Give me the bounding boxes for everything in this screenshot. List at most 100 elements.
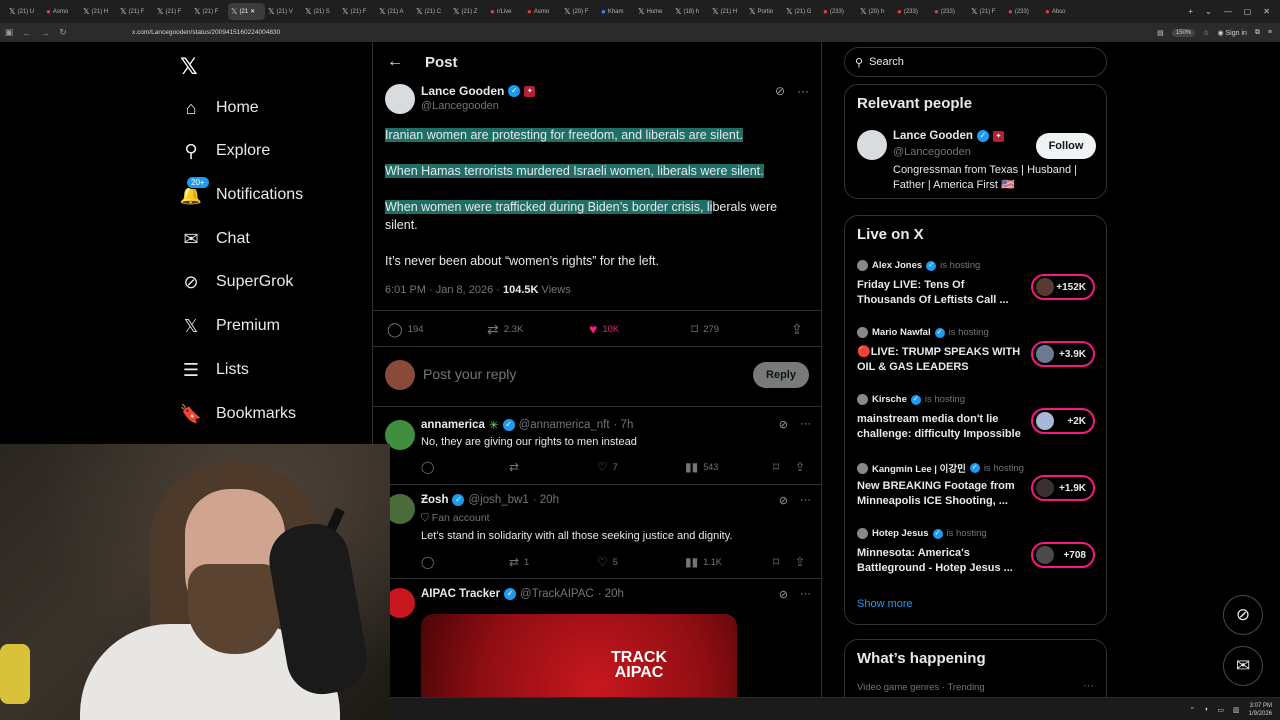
more-icon[interactable]: ··· <box>800 588 811 601</box>
browser-tab[interactable]: 𝕏 (21) C <box>413 3 450 20</box>
relevant-person-avatar[interactable] <box>857 130 887 160</box>
browser-tab[interactable]: ● Abso <box>1042 3 1079 20</box>
my-avatar[interactable] <box>385 360 415 390</box>
reply-handle[interactable]: @TrackAIPAC <box>520 588 594 600</box>
live-item[interactable]: Kirsche ✓ is hosting mainstream media don't… <box>857 394 1097 454</box>
grok-icon[interactable]: ⊘ <box>779 494 788 507</box>
browser-tab[interactable]: 𝕏 (21) F <box>339 3 376 20</box>
bookmark-action[interactable]: ⌑ <box>773 555 779 569</box>
views-action[interactable]: ▮▮ 1.1K <box>685 555 722 569</box>
reply-time[interactable]: · 20h <box>533 494 559 506</box>
more-icon[interactable]: ··· <box>800 418 811 431</box>
grok-fab-icon[interactable]: ⊘ <box>1223 595 1263 635</box>
reply-time[interactable]: · 7h <box>614 419 634 431</box>
reply-input[interactable]: Post your reply <box>423 366 516 382</box>
like-action[interactable]: ♡ 7 <box>597 460 618 474</box>
menu-icon[interactable]: ≡ <box>1268 29 1272 36</box>
browser-tab[interactable]: 𝕏 (21) V <box>265 3 302 20</box>
browser-tab[interactable]: 𝕏 (20) F <box>561 3 598 20</box>
browser-tab[interactable]: 𝕏 (21) H <box>80 3 117 20</box>
maximize-button[interactable]: ▢ <box>1244 7 1252 16</box>
x-logo-icon[interactable]: 𝕏 <box>180 54 198 80</box>
browser-tab[interactable]: ● (233) <box>931 3 968 20</box>
author-name[interactable]: Lance Gooden ✓ ✦ <box>421 84 536 98</box>
sign-in-button[interactable]: ◉ Sign in <box>1217 29 1246 37</box>
browser-tab[interactable]: ● Asmo <box>524 3 561 20</box>
close-window-button[interactable]: ✕ <box>1263 7 1270 16</box>
browser-tab[interactable]: 𝕏 (21) F <box>154 3 191 20</box>
reply-button[interactable]: Reply <box>753 362 809 388</box>
speaker-icon[interactable]: ◖ <box>1204 706 1208 713</box>
display-icon[interactable]: ▥ <box>1233 706 1240 714</box>
browser-tab[interactable]: 𝕏 (21) H <box>709 3 746 20</box>
follow-button[interactable]: Follow <box>1036 133 1096 159</box>
reply-author-name[interactable]: annamerica <box>421 419 485 431</box>
grok-icon[interactable]: ⊘ <box>775 84 785 98</box>
nav-item-bookmarks[interactable]: 🔖 Bookmarks <box>180 403 296 425</box>
bookmark-action[interactable]: ⌑ <box>773 460 779 474</box>
live-item[interactable]: Kangmin Lee | 이강민 ✓ is hosting New BREAKING… <box>857 461 1097 521</box>
browser-tab[interactable]: 𝕏 Portio <box>746 3 783 20</box>
nav-item-lists[interactable]: ☰ Lists <box>180 359 249 381</box>
browser-tab[interactable]: 𝕏 (21) Z <box>450 3 487 20</box>
share-action[interactable]: ⇪ <box>795 460 805 474</box>
nav-item-notifications[interactable]: 🔔 20+ Notifications <box>180 176 303 206</box>
reply-author-name[interactable]: Ƶosh <box>421 494 448 506</box>
bookmark-star-icon[interactable]: ☆ <box>1203 29 1209 37</box>
show-more-link[interactable]: Show more <box>857 598 913 610</box>
live-listeners-pill[interactable]: +152K <box>1031 274 1095 300</box>
repost-action[interactable]: ⇄ 1 <box>509 555 529 569</box>
browser-tab[interactable]: 𝕏 (21) A <box>376 3 413 20</box>
author-handle[interactable]: @Lancegooden <box>421 100 499 112</box>
zoom-badge[interactable]: 150% <box>1171 28 1196 37</box>
reply-handle[interactable]: @josh_bw1 <box>468 494 528 506</box>
post-time[interactable]: 6:01 PM · Jan 8, 2026 · <box>385 284 503 296</box>
nav-item-chat[interactable]: ✉ Chat <box>180 228 249 250</box>
live-item[interactable]: Hotep Jesus ✓ is hosting Minnesota: America… <box>857 528 1097 588</box>
reply-action[interactable]: ◯ <box>421 555 434 569</box>
forward-button[interactable]: → <box>36 28 54 38</box>
more-icon[interactable]: ··· <box>800 494 811 507</box>
tray-chevron-icon[interactable]: ⌃ <box>1189 706 1195 714</box>
relevant-person-handle[interactable]: @Lancegooden <box>893 146 971 158</box>
tab-list-icon[interactable]: ⌄ <box>1205 7 1212 16</box>
like-action[interactable]: ♥ 10K <box>589 321 619 337</box>
reply-action[interactable]: ◯ <box>421 460 434 474</box>
browser-tab[interactable]: 𝕏 (21) S <box>302 3 339 20</box>
browser-tab[interactable]: ● (233) <box>894 3 931 20</box>
nav-item-home[interactable]: ⌂ Home <box>180 97 259 119</box>
repost-action[interactable]: ⇄ 2.3K <box>487 321 523 338</box>
reply-author-name[interactable]: AIPAC Tracker <box>421 588 500 600</box>
author-avatar[interactable] <box>385 84 415 114</box>
more-icon[interactable]: ··· <box>1083 680 1094 692</box>
share-action[interactable]: ⇪ <box>795 555 805 569</box>
reader-icon[interactable]: ▤ <box>1157 29 1164 37</box>
browser-tab[interactable]: 𝕏 (21) G <box>783 3 820 20</box>
browser-tab[interactable]: 𝕏 (21) F <box>968 3 1005 20</box>
grok-icon[interactable]: ⊘ <box>779 588 788 601</box>
browser-tab[interactable]: 𝕏 (21) F <box>191 3 228 20</box>
browser-tab[interactable]: 𝕏 (21) F <box>117 3 154 20</box>
back-button[interactable]: ← <box>18 28 36 38</box>
live-listeners-pill[interactable]: +2K <box>1031 408 1095 434</box>
reload-button[interactable]: ↻ <box>54 27 72 38</box>
url-field[interactable]: x.com/Lancegooden/status/200941516022400… <box>132 29 280 36</box>
live-listeners-pill[interactable]: +3.9K <box>1031 341 1095 367</box>
live-item[interactable]: Alex Jones ✓ is hosting Friday LIVE: Tens O… <box>857 260 1097 320</box>
nav-item-supergrok[interactable]: ⊘ SuperGrok <box>180 271 293 293</box>
new-tab-button[interactable]: + <box>1188 7 1193 16</box>
browser-tab[interactable]: 𝕏 (18) h <box>672 3 709 20</box>
clock[interactable]: 3:07 PM 1/9/2026 <box>1249 702 1272 718</box>
network-icon[interactable]: ▭ <box>1217 706 1224 714</box>
like-action[interactable]: ♡ 5 <box>597 555 618 569</box>
live-listeners-pill[interactable]: +708 <box>1031 542 1095 568</box>
close-tab-icon[interactable]: ✕ <box>250 8 255 15</box>
reply-action[interactable]: ◯ 194 <box>387 321 424 338</box>
browser-tab[interactable]: 𝕏 (20) h <box>857 3 894 20</box>
back-arrow-icon[interactable]: ← <box>387 53 403 71</box>
live-listeners-pill[interactable]: +1.9K <box>1031 475 1095 501</box>
browser-tab[interactable]: ● r/Live <box>487 3 524 20</box>
minimize-button[interactable]: — <box>1224 7 1232 16</box>
bookmark-action[interactable]: ⌑ 279 <box>691 321 719 338</box>
reply-media-image[interactable]: TRACK AIPAC <box>421 614 737 700</box>
